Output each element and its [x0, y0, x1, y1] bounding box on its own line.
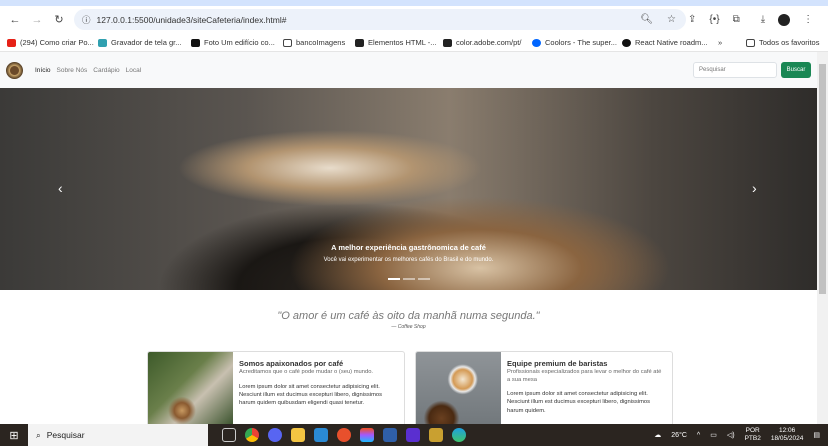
bookmark[interactable]: Coolors - The super...: [532, 38, 617, 47]
file-explorer-icon[interactable]: [291, 428, 305, 442]
card-text: Lorem ipsum dolor sit amet consectetur a…: [507, 391, 651, 414]
carousel-title: A melhor experiência gastrônomica de caf…: [331, 243, 486, 252]
extension-icon[interactable]: {•}: [709, 14, 719, 25]
forward-icon[interactable]: →: [26, 14, 48, 26]
folder-icon: [746, 38, 755, 47]
weather-temp[interactable]: 26°C: [671, 432, 687, 439]
hero-carousel: ‹ › A melhor experiência gastrônomica de…: [0, 88, 817, 290]
windows-taskbar: ⊞ ⌕ Pesquisar ☁ 26°C ^ ▭ ◁) POR PTB2 12:06…: [0, 424, 828, 446]
tray-chevron-icon[interactable]: ^: [697, 432, 700, 439]
menu-icon[interactable]: ⋮: [803, 14, 813, 25]
all-favorites-folder[interactable]: Todos os favoritos: [746, 38, 819, 47]
task-view-icon[interactable]: [222, 428, 236, 442]
zoom-icon[interactable]: 🔍︎: [640, 14, 653, 25]
clock[interactable]: 12:06 18/05/2024: [771, 427, 804, 443]
browser-toolbar: ← → ↻ ⓘ 127.0.0.1:5500/unidade3/siteCafe…: [0, 6, 828, 33]
quote-block: "O amor é um café às oito da manhã numa …: [0, 310, 817, 330]
url-text[interactable]: 127.0.0.1:5500/unidade3/siteCafeteria/in…: [97, 15, 287, 25]
extension-icon[interactable]: ⇪: [688, 14, 696, 25]
weather-icon[interactable]: ☁: [654, 431, 661, 439]
card-title: Equipe premium de baristas: [507, 359, 608, 368]
nav-link-inicio[interactable]: Início: [35, 67, 51, 74]
discord-icon[interactable]: [268, 428, 282, 442]
download-icon[interactable]: ⤓: [761, 14, 765, 25]
page-scrollbar[interactable]: [817, 52, 828, 424]
recorder-icon: [98, 38, 107, 47]
carousel-text: Você vai experimentar os melhores cafés …: [323, 257, 494, 263]
carousel-caption: A melhor experiência gastrônomica de caf…: [0, 243, 817, 263]
nav-link-sobre[interactable]: Sobre Nós: [57, 67, 88, 74]
carousel-indicator[interactable]: [402, 278, 415, 280]
back-icon[interactable]: ←: [4, 14, 26, 26]
bookmark[interactable]: Elementos HTML -...: [355, 38, 437, 47]
app-icon[interactable]: [429, 428, 443, 442]
bookmark[interactable]: React Native roadm...: [622, 38, 708, 47]
language-indicator[interactable]: POR PTB2: [745, 427, 761, 443]
search-button[interactable]: Buscar: [781, 62, 811, 78]
quote-author: — Coffee Shop: [391, 324, 426, 330]
mdn-icon: [355, 38, 364, 47]
coolors-icon: [532, 38, 541, 47]
bookmark[interactable]: Gravador de tela gr...: [98, 38, 181, 47]
figma-icon[interactable]: [360, 428, 374, 442]
latte-art-image: [416, 352, 501, 424]
vscode-icon[interactable]: [314, 428, 328, 442]
profile-avatar[interactable]: [778, 13, 791, 26]
notifications-icon[interactable]: ▤: [813, 431, 820, 439]
nav-link-local[interactable]: Local: [126, 67, 142, 74]
card-text: Lorem ipsum dolor sit amet consectetur a…: [239, 383, 383, 407]
carousel-prev-icon[interactable]: ‹: [58, 180, 63, 196]
bookmark-folder[interactable]: bancoImagens: [283, 38, 345, 47]
card-title: Somos apaixonados por café: [239, 359, 344, 368]
logo[interactable]: [6, 61, 23, 79]
edge-icon[interactable]: [452, 428, 466, 442]
volume-icon[interactable]: ◁): [727, 431, 735, 439]
more-bookmarks-button[interactable]: »: [718, 38, 722, 47]
bookmark[interactable]: Foto Um edifício co...: [191, 38, 275, 47]
windows-start-icon[interactable]: ⊞: [0, 429, 28, 442]
nav-link-cardapio[interactable]: Cardápio: [93, 67, 119, 74]
search-icon: ⌕: [36, 429, 41, 440]
carousel-next-icon[interactable]: ›: [752, 180, 757, 196]
extensions-puzzle-icon[interactable]: ⧉: [733, 14, 740, 25]
unsplash-icon: [191, 38, 200, 47]
bookmark[interactable]: color.adobe.com/pt/: [443, 38, 521, 47]
github-icon: [622, 38, 631, 47]
carousel-indicators: [0, 278, 817, 280]
scrollbar-thumb[interactable]: [819, 64, 826, 294]
intellij-icon[interactable]: [406, 428, 420, 442]
bookmark-star-icon[interactable]: ☆: [667, 14, 676, 25]
address-bar[interactable]: ⓘ 127.0.0.1:5500/unidade3/siteCafeteria/…: [74, 9, 686, 30]
quote-text: "O amor é um café às oito da manhã numa …: [277, 310, 540, 322]
card-subtitle: Profissionais especializados para levar …: [507, 369, 662, 383]
feature-card: Equipe premium de baristas Profissionais…: [415, 351, 673, 424]
bookmarks-bar: (294) Como criar Po... Gravador de tela …: [0, 33, 828, 52]
feature-card: Somos apaixonados por café Acreditamos q…: [147, 351, 405, 424]
search-input[interactable]: Pesquisar: [693, 62, 777, 78]
bookmark[interactable]: (294) Como criar Po...: [7, 38, 94, 47]
network-icon[interactable]: ▭: [710, 431, 717, 439]
app-icon[interactable]: [383, 428, 397, 442]
folder-icon: [283, 38, 292, 47]
adobe-icon: [443, 38, 452, 47]
carousel-indicator[interactable]: [417, 278, 430, 280]
web-page: Início Sobre Nós Cardápio Local Pesquisa…: [0, 52, 817, 424]
site-info-icon[interactable]: ⓘ: [82, 14, 91, 26]
taskbar-search[interactable]: ⌕ Pesquisar: [28, 424, 208, 446]
site-navbar: Início Sobre Nós Cardápio Local Pesquisa…: [0, 52, 817, 88]
youtube-icon: [7, 38, 16, 47]
card-subtitle: Acreditamos que o café pode mudar o (seu…: [239, 369, 374, 375]
reload-icon[interactable]: ↻: [48, 13, 70, 26]
carousel-indicator[interactable]: [387, 278, 400, 280]
chrome-icon[interactable]: [245, 428, 259, 442]
plants-coffee-image: [148, 352, 233, 424]
wps-icon[interactable]: [337, 428, 351, 442]
